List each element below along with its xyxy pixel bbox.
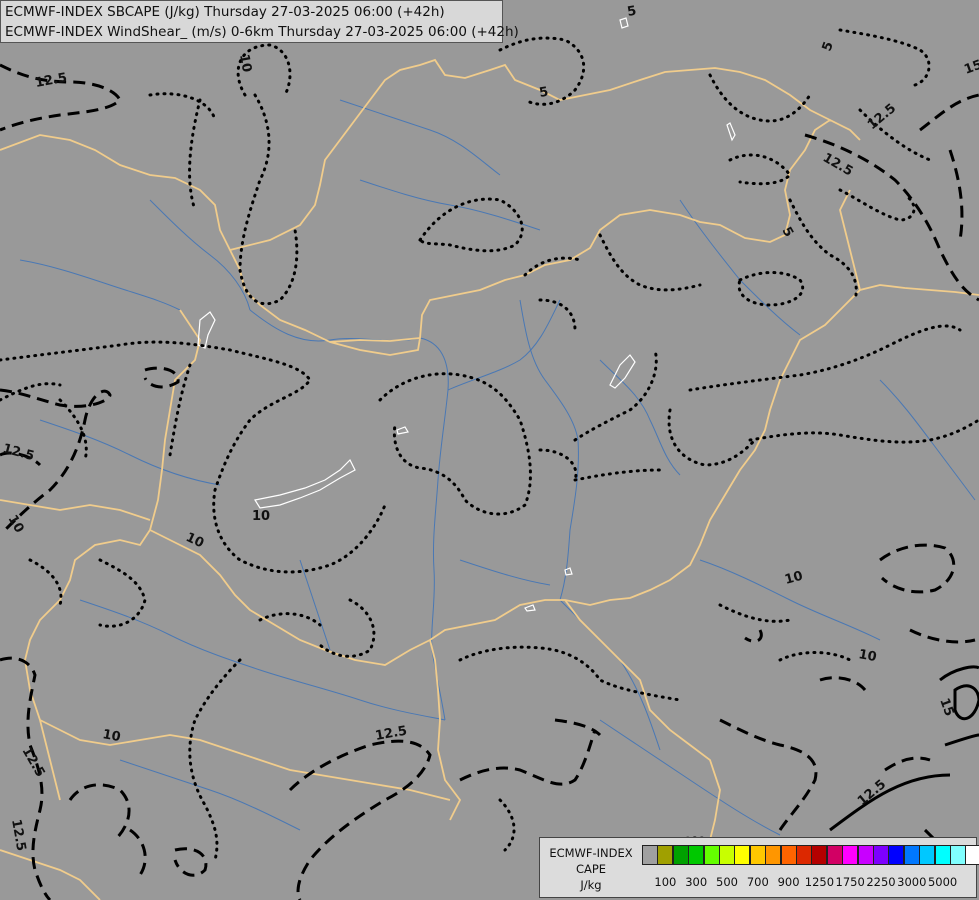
legend-tick-label: 500 <box>716 875 738 889</box>
legend-swatch <box>749 845 766 865</box>
legend-title-variable: CAPE <box>575 862 607 876</box>
title-windshear: ECMWF-INDEX WindShear_ (m/s) 0-6km Thurs… <box>5 24 519 40</box>
legend-title-model: ECMWF-INDEX <box>549 846 633 860</box>
legend-swatch <box>642 845 658 865</box>
legend-swatch <box>965 845 979 865</box>
legend-swatch <box>919 845 936 865</box>
cape-legend: ECMWF-INDEX CAPE J/kg 100 300 500 700 900 125… <box>539 837 979 898</box>
legend-swatch <box>796 845 812 865</box>
legend-swatch <box>734 845 751 865</box>
legend-swatch <box>780 845 797 865</box>
contour-label: 10 <box>857 647 877 665</box>
map-title-box: ECMWF-INDEX SBCAPE (J/kg) Thursday 27-03… <box>0 0 519 43</box>
legend-swatch <box>857 845 874 865</box>
legend-swatch <box>873 845 889 865</box>
legend-tick-label: 5000 <box>927 875 958 889</box>
legend-title-unit: J/kg <box>580 878 602 892</box>
contour-label: 10 <box>236 53 254 73</box>
weather-map: 5 5 5 5 10 12.5 12.5 12.5 12.5 12.5 10 1… <box>0 0 979 900</box>
legend-swatch <box>672 845 689 865</box>
legend-tick-label: 3000 <box>897 875 927 889</box>
legend-swatch <box>703 845 720 865</box>
legend-tick-label: 2250 <box>866 875 896 889</box>
legend-swatch <box>826 845 843 865</box>
legend-swatch <box>657 845 674 865</box>
legend-tick-label: 900 <box>777 875 800 889</box>
legend-swatch <box>842 845 859 865</box>
legend-swatch <box>688 845 705 865</box>
legend-tick-label: 300 <box>685 875 708 889</box>
legend-swatch <box>888 845 905 865</box>
contour-label: 10 <box>252 509 270 524</box>
legend-tick-label: 700 <box>746 875 769 889</box>
contour-label: 10 <box>101 727 121 745</box>
legend-tick-label: 100 <box>654 875 677 889</box>
map-background <box>0 0 979 900</box>
legend-swatch <box>934 845 951 865</box>
legend-swatch <box>903 845 920 865</box>
legend-swatch <box>950 845 966 865</box>
title-sbcape: ECMWF-INDEX SBCAPE (J/kg) Thursday 27-03… <box>5 4 445 20</box>
legend-swatch <box>719 845 735 865</box>
legend-tick-label: 1750 <box>835 875 865 889</box>
legend-swatch <box>811 845 828 865</box>
legend-swatch <box>765 845 782 865</box>
legend-tick-label: 1250 <box>804 875 835 889</box>
